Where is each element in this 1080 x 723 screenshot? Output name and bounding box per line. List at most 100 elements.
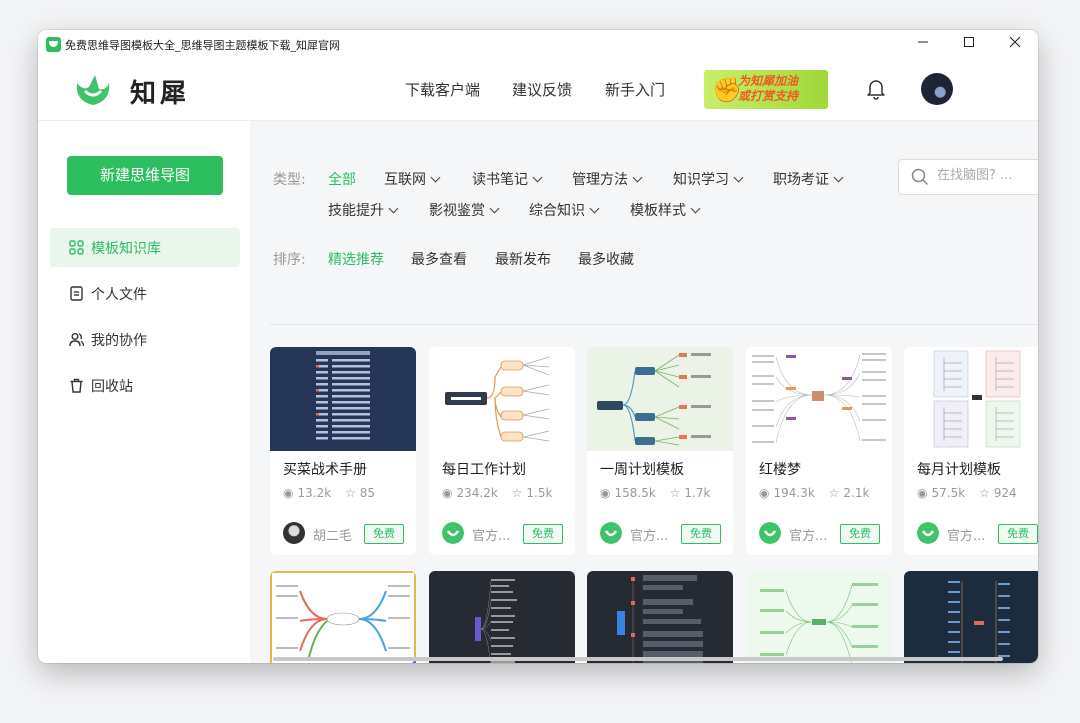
filter-label: 知识学习 bbox=[673, 172, 729, 188]
free-badge: 免费 bbox=[840, 524, 880, 544]
sort-most-favorited[interactable]: 最多收藏 bbox=[578, 249, 634, 269]
card-thumbnail bbox=[270, 347, 416, 451]
type-filter-reading-notes[interactable]: 读书笔记 bbox=[472, 169, 543, 189]
type-filter-film-review[interactable]: 影视鉴赏 bbox=[429, 200, 500, 220]
chevron-down-icon bbox=[489, 203, 500, 214]
type-filter-career-exam[interactable]: 职场考证 bbox=[773, 169, 844, 189]
card-stats: ◉ 194.3k ☆ 2.1k bbox=[759, 486, 873, 500]
filter-label: 管理方法 bbox=[572, 172, 628, 188]
bell-icon[interactable] bbox=[866, 78, 886, 100]
main-content: 类型: 全部 互联网 读书笔记 管理方法 知识学习 职场考证 技能提升 影视鉴赏… bbox=[250, 121, 1038, 663]
support-banner[interactable]: ✊ 为知犀加油 或打赏支持 bbox=[704, 70, 828, 109]
users-icon bbox=[69, 333, 84, 347]
template-card[interactable] bbox=[429, 571, 575, 663]
view-count: 234.2k bbox=[456, 486, 498, 500]
type-filter-skills[interactable]: 技能提升 bbox=[328, 200, 399, 220]
nav-download-client[interactable]: 下载客户端 bbox=[405, 79, 480, 100]
chevron-down-icon bbox=[833, 172, 844, 183]
user-avatar[interactable] bbox=[921, 73, 953, 105]
star-count: 1.5k bbox=[526, 486, 553, 500]
title-bar: 免费思维导图模板大全_思维导图主题模板下载_知犀官网 bbox=[38, 30, 1038, 60]
template-card[interactable]: 红楼梦 ◉ 194.3k ☆ 2.1k 官方... 免费 bbox=[746, 347, 892, 555]
sidebar-item-collaboration[interactable]: 我的协作 bbox=[50, 320, 240, 359]
chevron-down-icon bbox=[430, 172, 441, 183]
sidebar: 新建思维导图 模板知识库 个人文件 我的协作 回收站 bbox=[38, 121, 250, 663]
star-icon: ☆ bbox=[511, 486, 523, 500]
nav-getting-started[interactable]: 新手入门 bbox=[605, 79, 665, 100]
star-icon: ☆ bbox=[344, 486, 356, 500]
filter-label: 模板样式 bbox=[630, 203, 686, 219]
type-filter-all[interactable]: 全部 bbox=[328, 169, 356, 189]
card-title: 买菜战术手册 bbox=[283, 462, 367, 478]
search-input[interactable] bbox=[935, 167, 1038, 184]
view-count: 194.3k bbox=[773, 486, 815, 500]
type-filter-management[interactable]: 管理方法 bbox=[572, 169, 643, 189]
template-card[interactable]: 一周计划模板 ◉ 158.5k ☆ 1.7k 官方... 免费 bbox=[587, 347, 733, 555]
star-count: 85 bbox=[359, 486, 376, 500]
maximize-button[interactable] bbox=[946, 30, 992, 60]
author-name: 官方... bbox=[472, 529, 511, 544]
grid-icon bbox=[69, 240, 84, 255]
search-icon bbox=[911, 168, 929, 186]
card-title: 一周计划模板 bbox=[600, 462, 684, 478]
filter-label: 影视鉴赏 bbox=[429, 203, 485, 219]
sidebar-item-label: 我的协作 bbox=[91, 333, 147, 349]
window-title: 免费思维导图模板大全_思维导图主题模板下载_知犀官网 bbox=[65, 39, 340, 52]
filter-divider bbox=[270, 324, 1038, 325]
template-card[interactable]: 买菜战术手册 ◉ 13.2k ☆ 85 胡二毛 免费 bbox=[270, 347, 416, 555]
type-filter-internet[interactable]: 互联网 bbox=[384, 169, 441, 189]
nav-feedback[interactable]: 建议反馈 bbox=[512, 79, 572, 100]
card-thumbnail bbox=[904, 347, 1038, 451]
chevron-down-icon bbox=[388, 203, 399, 214]
sort-newest[interactable]: 最新发布 bbox=[495, 249, 551, 269]
search-box[interactable] bbox=[898, 159, 1038, 195]
view-count: 57.5k bbox=[931, 486, 966, 500]
close-button[interactable] bbox=[992, 30, 1038, 60]
new-mindmap-button[interactable]: 新建思维导图 bbox=[67, 156, 223, 195]
author-name: 胡二毛 bbox=[313, 529, 353, 544]
view-count: 158.5k bbox=[614, 486, 656, 500]
sidebar-item-label: 个人文件 bbox=[91, 287, 147, 303]
card-title: 每月计划模板 bbox=[917, 462, 1001, 478]
eye-icon: ◉ bbox=[283, 486, 294, 500]
sidebar-item-trash[interactable]: 回收站 bbox=[50, 366, 240, 405]
star-icon: ☆ bbox=[828, 486, 840, 500]
sidebar-item-templates[interactable]: 模板知识库 bbox=[50, 228, 240, 267]
official-logo-icon bbox=[917, 522, 939, 544]
card-title: 红楼梦 bbox=[759, 462, 801, 478]
horizontal-scrollbar[interactable] bbox=[273, 657, 1003, 661]
official-logo-icon bbox=[759, 522, 781, 544]
type-filter-knowledge[interactable]: 知识学习 bbox=[673, 169, 744, 189]
type-filter-general[interactable]: 综合知识 bbox=[529, 200, 600, 220]
template-card[interactable]: 每月计划模板 ◉ 57.5k ☆ 924 官方... 免费 bbox=[904, 347, 1038, 555]
template-card[interactable] bbox=[904, 571, 1038, 663]
template-card[interactable] bbox=[270, 571, 416, 663]
chevron-down-icon bbox=[632, 172, 643, 183]
sort-most-viewed[interactable]: 最多查看 bbox=[411, 249, 467, 269]
card-thumbnail bbox=[746, 571, 892, 663]
filter-label: 职场考证 bbox=[773, 172, 829, 188]
card-thumbnail bbox=[746, 347, 892, 451]
minimize-button[interactable] bbox=[900, 30, 946, 60]
author-name: 官方... bbox=[630, 529, 669, 544]
free-badge: 免费 bbox=[364, 524, 404, 544]
support-banner-text: 为知犀加油 或打赏支持 bbox=[738, 74, 799, 103]
rhino-logo-icon[interactable] bbox=[73, 69, 113, 109]
sidebar-item-personal-files[interactable]: 个人文件 bbox=[50, 274, 240, 313]
author-name: 官方... bbox=[789, 529, 828, 544]
card-title: 每日工作计划 bbox=[442, 462, 526, 478]
filter-label: 综合知识 bbox=[529, 203, 585, 219]
eye-icon: ◉ bbox=[759, 486, 770, 500]
star-icon: ☆ bbox=[669, 486, 681, 500]
star-count: 924 bbox=[993, 486, 1017, 500]
type-filter-label: 类型: bbox=[273, 172, 306, 188]
type-filter-template-style[interactable]: 模板样式 bbox=[630, 200, 701, 220]
sort-recommended[interactable]: 精选推荐 bbox=[328, 249, 384, 269]
card-stats: ◉ 234.2k ☆ 1.5k bbox=[442, 486, 556, 500]
template-card[interactable] bbox=[746, 571, 892, 663]
star-count: 2.1k bbox=[843, 486, 870, 500]
brand-name[interactable]: 知犀 bbox=[130, 73, 190, 110]
card-thumbnail bbox=[429, 571, 575, 663]
template-card[interactable] bbox=[587, 571, 733, 663]
template-card[interactable]: 每日工作计划 ◉ 234.2k ☆ 1.5k 官方... 免费 bbox=[429, 347, 575, 555]
